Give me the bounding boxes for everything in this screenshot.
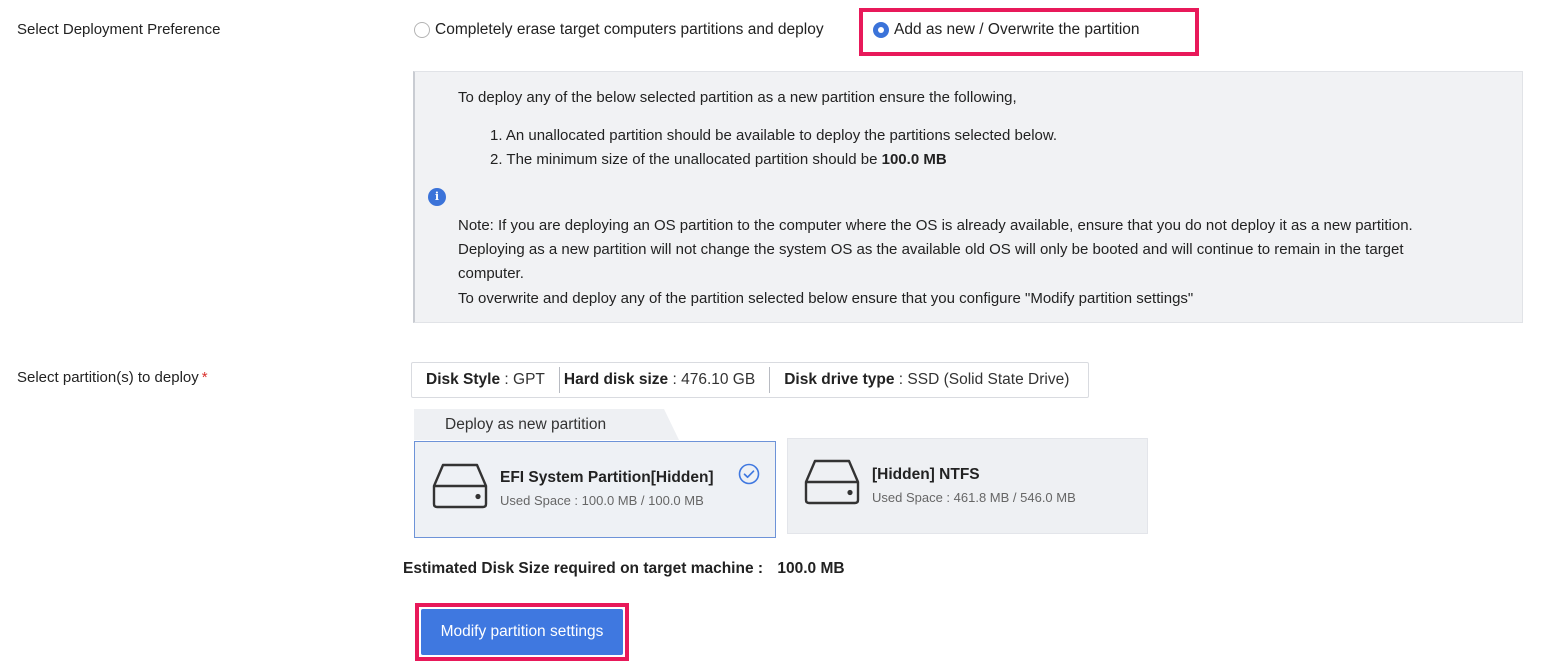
required-marker: * xyxy=(201,369,208,386)
tab-deploy-as-new-partition-label: Deploy as new partition xyxy=(445,416,607,433)
radio-add-as-new-label: Add as new / Overwrite the partition xyxy=(894,21,1140,38)
disk-drive-type-label: Disk drive type xyxy=(784,371,895,388)
info-item-1: 1. An unallocated partition should be av… xyxy=(490,127,1058,144)
info-intro: To deploy any of the below selected part… xyxy=(458,89,1017,106)
radio-erase-label: Completely erase target computers partit… xyxy=(435,21,824,38)
estimated-disk-size-value: 100.0 MB xyxy=(777,560,845,577)
info-note-line-2: Deploying as a new partition will not ch… xyxy=(458,241,1404,258)
disk-drive-type-value: : SSD (Solid State Drive) xyxy=(898,371,1070,388)
info-item-2-text: 2. The minimum size of the unallocated p… xyxy=(490,151,882,168)
hard-disk-size-value: : 476.10 GB xyxy=(672,371,756,388)
info-note-line-4: To overwrite and deploy any of the parti… xyxy=(458,290,1194,307)
partition-card-ntfs-title: [Hidden] NTFS xyxy=(872,466,980,483)
radio-checked-icon[interactable] xyxy=(873,22,889,38)
info-note-line-3: computer. xyxy=(458,265,524,282)
partition-card-efi-used: Used Space : 100.0 MB / 100.0 MB xyxy=(500,493,704,508)
info-icon: i xyxy=(428,188,446,206)
hard-disk-size-label: Hard disk size xyxy=(563,371,669,388)
select-partitions-label-text: Select partition(s) to deploy xyxy=(17,369,199,386)
disk-style-label: Disk Style xyxy=(426,371,501,388)
disk-info-bar: Disk Style : GPT Hard disk size : 476.10… xyxy=(411,362,1089,398)
estimated-disk-size-label: Estimated Disk Size required on target m… xyxy=(403,560,764,577)
radio-add-as-new[interactable]: Add as new / Overwrite the partition xyxy=(873,21,1140,39)
modify-partition-settings-button[interactable]: Modify partition settings xyxy=(421,609,623,655)
check-circle-icon xyxy=(738,463,760,485)
radio-erase-and-deploy[interactable]: Completely erase target computers partit… xyxy=(414,21,824,39)
deployment-preference-label: Select Deployment Preference xyxy=(17,21,221,38)
partition-card-efi-title: EFI System Partition[Hidden] xyxy=(500,469,714,486)
estimated-disk-size: Estimated Disk Size required on target m… xyxy=(403,560,845,578)
hard-drive-icon xyxy=(432,463,488,509)
partition-card-ntfs-used: Used Space : 461.8 MB / 546.0 MB xyxy=(872,490,1076,505)
radio-unchecked-icon[interactable] xyxy=(414,22,430,38)
hard-disk-size: Hard disk size : 476.10 GB xyxy=(560,371,769,389)
disk-style-value: : GPT xyxy=(504,371,545,388)
info-item-2-value: 100.0 MB xyxy=(881,151,947,168)
disk-style: Disk Style : GPT xyxy=(412,371,559,389)
info-note-line-1: Note: If you are deploying an OS partiti… xyxy=(458,217,1413,234)
disk-drive-type: Disk drive type : SSD (Solid State Drive… xyxy=(770,371,1083,389)
select-partitions-label: Select partition(s) to deploy * xyxy=(17,369,208,386)
info-item-2: 2. The minimum size of the unallocated p… xyxy=(490,148,947,172)
hard-drive-icon xyxy=(804,459,860,505)
